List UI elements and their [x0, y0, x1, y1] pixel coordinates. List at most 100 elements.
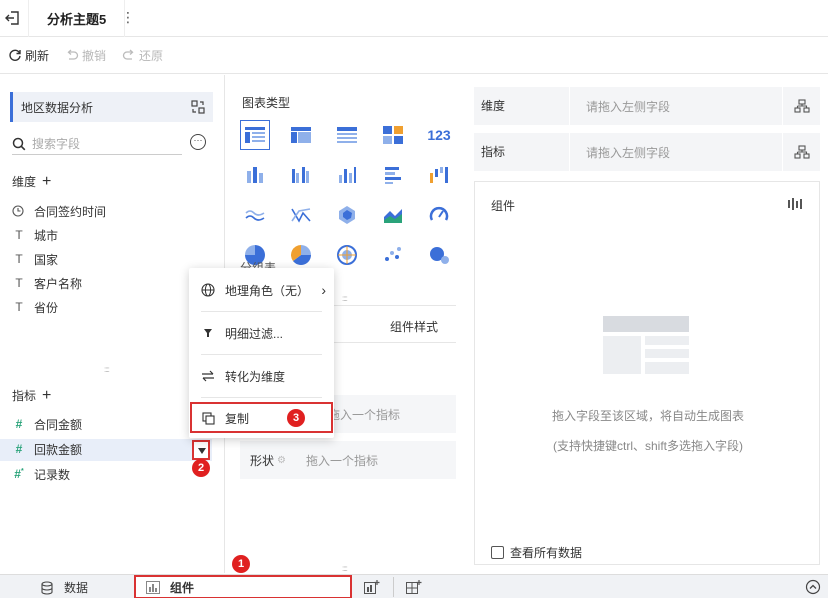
component-title: 组件	[491, 199, 516, 213]
number-chart-icon[interactable]: 123	[424, 120, 454, 150]
tab-component[interactable]: 组件	[134, 575, 352, 598]
dataset-name: 地区数据分析	[21, 100, 94, 115]
bubble-chart-icon[interactable]	[424, 240, 454, 270]
add-dashboard-icon[interactable]	[406, 580, 422, 594]
shape-placeholder: 拖入一个指标	[305, 453, 378, 468]
empty-hint: 拖入字段至该区域，将自动生成图表	[551, 409, 744, 423]
dimension-title: 维度	[12, 175, 37, 189]
checkbox-icon[interactable]	[491, 546, 504, 559]
metric-title: 指标	[12, 389, 37, 403]
menu-separator	[201, 311, 322, 312]
hierarchy-icon[interactable]	[782, 133, 820, 171]
metric-drop-row[interactable]: 指标 请拖入左侧字段	[474, 133, 820, 171]
menu-item-detail-filter[interactable]: 明细过滤...	[189, 313, 334, 353]
radar-chart-icon[interactable]	[332, 200, 362, 230]
gauge-chart-icon[interactable]	[424, 200, 454, 230]
bar-chart-icon[interactable]	[240, 160, 270, 190]
field-item[interactable]: 合同签约时间	[12, 199, 106, 223]
dataset-selector[interactable]: 地区数据分析	[10, 92, 213, 122]
area-chart-icon[interactable]	[378, 200, 408, 230]
grouped-bar-icon[interactable]	[286, 160, 316, 190]
tab-component-style[interactable]: 组件样式	[390, 318, 438, 335]
hierarchy-icon[interactable]	[782, 87, 820, 125]
resize-handle[interactable]: ::::	[342, 564, 348, 573]
field-item-selected[interactable]: # 回款金额	[12, 437, 82, 461]
field-item[interactable]: #* 记录数	[12, 462, 70, 486]
field-search[interactable]: 搜索字段	[12, 133, 182, 155]
horizontal-bar-icon[interactable]	[378, 160, 408, 190]
settings-icon[interactable]: ⚙	[277, 455, 286, 466]
copy-highlight-box	[190, 402, 333, 433]
chart-icon	[146, 580, 160, 594]
text-type-icon: T	[15, 228, 23, 242]
add-metric-icon[interactable]: +	[42, 387, 51, 403]
text-type-icon: T	[15, 300, 23, 314]
waterfall-chart-icon[interactable]	[424, 160, 454, 190]
tab-data-label: 数据	[64, 581, 89, 595]
tab-data[interactable]: 数据	[40, 579, 88, 596]
component-canvas[interactable]: 组件 拖入字段至该区域，将自动生成图表 (支持快捷键ctrl、shift多选拖入…	[474, 181, 820, 565]
menu-item-convert-dimension[interactable]: 转化为维度	[189, 356, 334, 396]
filter-icon	[201, 327, 215, 339]
analysis-topic-tab[interactable]: 分析主题5	[28, 0, 126, 37]
chart-type-title: 图表类型	[242, 96, 291, 110]
field-label: 客户名称	[34, 276, 83, 291]
resize-handle[interactable]: ::::	[342, 294, 348, 303]
field-item[interactable]: # 合同金额	[12, 412, 82, 436]
detail-table-icon[interactable]	[332, 120, 362, 150]
line-chart-icon[interactable]	[240, 200, 270, 230]
menu-item-label: 地理角色（无）	[225, 283, 310, 298]
field-label: 城市	[34, 228, 59, 243]
table-chart-icon[interactable]	[240, 120, 270, 150]
collapse-up-icon[interactable]	[805, 579, 821, 595]
empty-hint-shortcut: (支持快捷键ctrl、shift多选拖入字段)	[553, 439, 743, 453]
field-item[interactable]: T 城市	[12, 223, 58, 247]
shape-drop-zone[interactable]: 形状 ⚙ 拖入一个指标	[240, 441, 456, 479]
column-chart-icon[interactable]	[332, 160, 362, 190]
refresh-button[interactable]: 刷新	[8, 47, 49, 64]
refresh-label: 刷新	[25, 48, 50, 63]
undo-button[interactable]: 撤销	[65, 47, 106, 64]
more-options-icon[interactable]: ⋮	[120, 8, 136, 28]
field-label: 合同签约时间	[34, 204, 107, 219]
field-dropdown-button[interactable]	[192, 440, 210, 460]
step-badge-3: 3	[287, 409, 305, 427]
resize-handle[interactable]: ::::	[104, 365, 110, 374]
kpi-card-icon[interactable]	[378, 120, 408, 150]
field-item[interactable]: T 客户名称	[12, 271, 82, 295]
redo-icon	[122, 49, 134, 60]
donut-chart-icon[interactable]	[286, 240, 316, 270]
metric-row-placeholder: 请拖入左侧字段	[586, 145, 671, 160]
chart-settings-icon[interactable]	[787, 197, 803, 211]
switch-dataset-icon[interactable]	[191, 100, 205, 114]
dimension-section-title: 维度 +	[12, 173, 51, 190]
field-label: 合同金额	[34, 417, 83, 432]
text-type-icon: T	[15, 276, 23, 290]
field-context-menu: 地理角色（无） › 明细过滤... 转化为维度 复制	[189, 268, 334, 438]
tab-component-label: 组件	[170, 580, 195, 595]
add-chart-icon[interactable]	[364, 580, 380, 594]
scatter-chart-icon[interactable]	[378, 240, 408, 270]
field-item[interactable]: T 省份	[12, 295, 58, 319]
cross-table-icon[interactable]	[286, 120, 316, 150]
search-placeholder: 搜索字段	[32, 137, 81, 151]
menu-item-geo-role[interactable]: 地理角色（无） ›	[189, 270, 334, 310]
undo-icon	[67, 49, 79, 60]
view-all-data-checkbox[interactable]: 查看所有数据	[491, 544, 582, 561]
field-item[interactable]: T 国家	[12, 247, 58, 271]
clock-icon	[12, 205, 26, 217]
step-badge-1: 1	[232, 555, 250, 573]
add-dimension-icon[interactable]: +	[42, 173, 51, 189]
field-label: 国家	[34, 252, 59, 267]
redo-button[interactable]: 还原	[122, 47, 163, 64]
more-circle-icon[interactable]: ···	[190, 134, 206, 150]
top-bar: 分析主题5 ⋮	[0, 0, 828, 37]
dimension-drop-row[interactable]: 维度 请拖入左侧字段	[474, 87, 820, 125]
undo-label: 撤销	[82, 48, 107, 63]
multi-line-icon[interactable]	[286, 200, 316, 230]
exit-icon[interactable]	[4, 9, 24, 29]
field-label: 记录数	[34, 467, 71, 482]
bottom-tab-bar: 数据 组件	[0, 574, 828, 598]
map-chart-icon[interactable]	[332, 240, 362, 270]
number-type-icon: #	[15, 442, 23, 456]
